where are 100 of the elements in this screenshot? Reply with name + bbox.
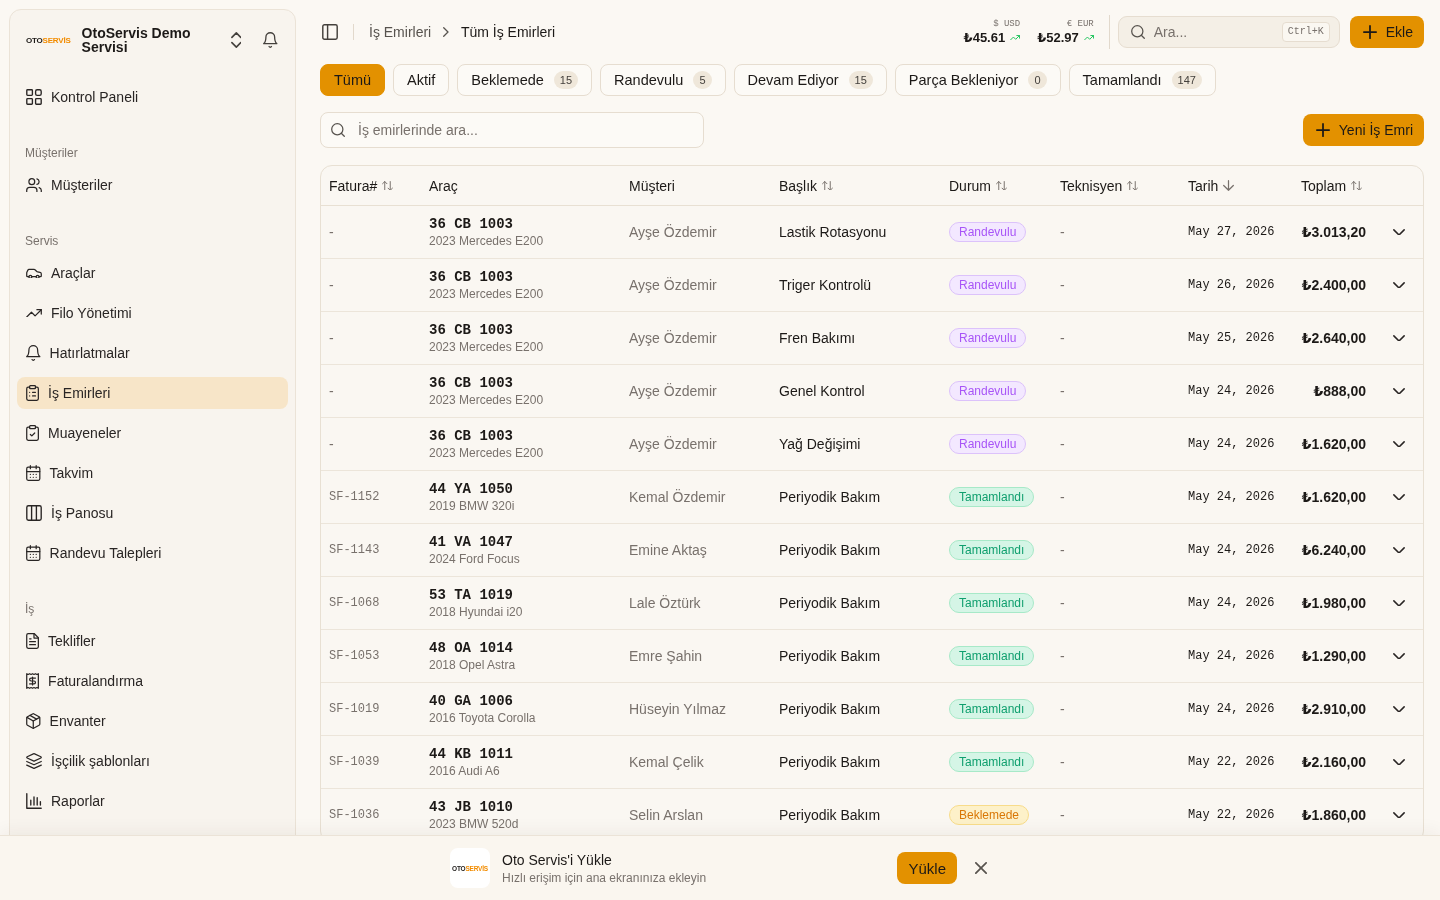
job-title: Triger Kontrolü — [779, 277, 872, 293]
vehicle-model: 2018 Opel Astra — [429, 658, 516, 672]
banner-title: Oto Servis'i Yükle — [502, 851, 613, 868]
invoice-number: SF-1152 — [329, 490, 380, 504]
breadcrumb-link[interactable]: İş Emirleri — [369, 24, 432, 40]
total-amount: ₺2.910,00 — [1301, 701, 1366, 717]
nav-item[interactable]: Faturalandırma — [17, 665, 288, 697]
chevron-down-icon[interactable] — [1393, 334, 1405, 342]
status-tag: Randevulu — [949, 381, 1027, 401]
nav-item[interactable]: Raporlar — [17, 785, 288, 817]
columns-icon — [26, 505, 42, 521]
invoice-number: SF-1068 — [329, 596, 380, 610]
nav-item[interactable]: Takvim — [17, 457, 288, 489]
customer-name: Kemal Özdemir — [629, 489, 726, 505]
vehicle-model: 2019 BMW 320i — [429, 499, 515, 513]
job-title: Periyodik Bakım — [779, 542, 881, 558]
plate-number: 44 YA 1050 — [429, 481, 513, 497]
filter-tab[interactable]: Tamamlandı 147 — [1068, 64, 1216, 96]
calendar-icon — [26, 465, 41, 481]
technician: - — [1060, 648, 1065, 664]
plate-number: 36 CB 1003 — [429, 269, 513, 285]
filter-tab[interactable]: Parça Bekleniyor 0 — [894, 64, 1061, 96]
technician: - — [1060, 807, 1065, 823]
tab-count: 147 — [1171, 71, 1202, 89]
date: May 24, 2026 — [1188, 702, 1275, 716]
chevron-down-icon[interactable] — [1393, 228, 1405, 236]
job-title: Periyodik Bakım — [779, 648, 881, 664]
nav-item[interactable]: Araçlar — [17, 257, 288, 289]
status-tag: Tamamlandı — [949, 593, 1035, 613]
up-down-arrows-icon[interactable] — [1351, 180, 1363, 191]
rate-value: ₺45.61 — [963, 30, 1006, 45]
calendar-icon — [26, 545, 41, 561]
chevron-down-icon[interactable] — [1393, 440, 1405, 448]
column-header: Toplam — [1301, 177, 1347, 194]
chevron-down-icon[interactable] — [1393, 281, 1405, 289]
date: May 22, 2026 — [1188, 755, 1275, 769]
section-label: İş — [24, 601, 36, 617]
job-title: Periyodik Bakım — [779, 489, 881, 505]
clipboard-check-icon — [26, 425, 40, 441]
technician: - — [1060, 436, 1065, 452]
document-icon — [26, 633, 40, 649]
filter-tab[interactable]: Tümü — [320, 64, 386, 96]
customer-name: Ayşe Özdemir — [629, 277, 717, 293]
new-work-order-button[interactable]: Yeni İş Emri — [1302, 114, 1424, 146]
status-tag: Beklemede — [949, 805, 1030, 825]
nav-item[interactable]: Randevu Talepleri — [17, 537, 288, 569]
column-header: Müşteri — [629, 177, 675, 194]
users-icon — [26, 177, 42, 193]
chevron-down-icon[interactable] — [1393, 705, 1405, 713]
nav-item[interactable]: Muayeneler — [17, 417, 288, 449]
chevron-down-icon[interactable] — [1393, 758, 1405, 766]
plate-number: 44 KB 1011 — [429, 746, 513, 762]
invoice-number: - — [329, 330, 334, 346]
job-title: Yağ Değişimi — [779, 436, 861, 452]
receipt-icon — [26, 673, 40, 689]
nav-item[interactable]: Müşteriler — [17, 169, 288, 201]
nav-item[interactable]: İş Emirleri — [17, 377, 288, 409]
chevron-down-icon[interactable] — [1393, 599, 1405, 607]
nav-item[interactable]: İş Panosu — [17, 497, 288, 529]
nav-item[interactable]: Filo Yönetimi — [17, 297, 288, 329]
filter-tab[interactable]: Devam Ediyor 15 — [733, 64, 887, 96]
add-button[interactable]: Ekle — [1349, 16, 1424, 48]
job-title: Periyodik Bakım — [779, 595, 881, 611]
chevron-down-icon[interactable] — [1393, 387, 1405, 395]
nav-item[interactable]: Teklifler — [17, 625, 288, 657]
customer-name: Hüseyin Yılmaz — [629, 701, 726, 717]
chevron-down-icon[interactable] — [1393, 652, 1405, 660]
customer-name: Lale Öztürk — [629, 595, 701, 611]
up-down-arrows-icon[interactable] — [382, 180, 394, 191]
nav-item[interactable]: İşçilik şablonları — [17, 745, 288, 777]
chevron-down-icon[interactable] — [1393, 811, 1405, 819]
filter-tab[interactable]: Aktif — [393, 64, 450, 96]
customer-name: Emre Şahin — [629, 648, 703, 664]
install-button[interactable]: Yükle — [897, 852, 957, 884]
customer-name: Selin Arslan — [629, 807, 703, 823]
filter-tab[interactable]: Beklemede 15 — [457, 64, 593, 96]
clipboard-list-icon — [26, 385, 40, 401]
bell-icon[interactable] — [263, 32, 278, 48]
date: May 24, 2026 — [1188, 437, 1275, 451]
date: May 24, 2026 — [1188, 543, 1275, 557]
chevron-down-icon[interactable] — [1393, 493, 1405, 501]
invoice-number: SF-1036 — [329, 808, 380, 822]
search-field[interactable]: İş emirlerinde ara... — [320, 112, 704, 148]
up-down-arrows-icon[interactable] — [822, 180, 834, 191]
vehicle-model: 2024 Ford Focus — [429, 552, 520, 566]
chevrons-up-down-icon[interactable] — [230, 32, 242, 48]
filter-tab[interactable]: Randevulu 5 — [600, 64, 726, 96]
total-amount: ₺2.400,00 — [1301, 277, 1366, 293]
down-arrow-icon[interactable] — [1223, 180, 1235, 191]
nav-item[interactable]: Hatırlatmalar — [17, 337, 288, 369]
tab-count: 0 — [1028, 71, 1047, 89]
sidebar-toggle-icon[interactable] — [322, 24, 338, 40]
nav-item[interactable]: Kontrol Paneli — [17, 81, 288, 113]
close-icon[interactable] — [975, 862, 987, 874]
up-down-arrows-icon[interactable] — [1127, 180, 1139, 191]
up-down-arrows-icon[interactable] — [996, 180, 1007, 191]
chevron-down-icon[interactable] — [1393, 546, 1405, 554]
total-amount: ₺3.013,20 — [1301, 224, 1366, 240]
search-icon — [331, 123, 345, 137]
nav-item[interactable]: Envanter — [17, 705, 288, 737]
